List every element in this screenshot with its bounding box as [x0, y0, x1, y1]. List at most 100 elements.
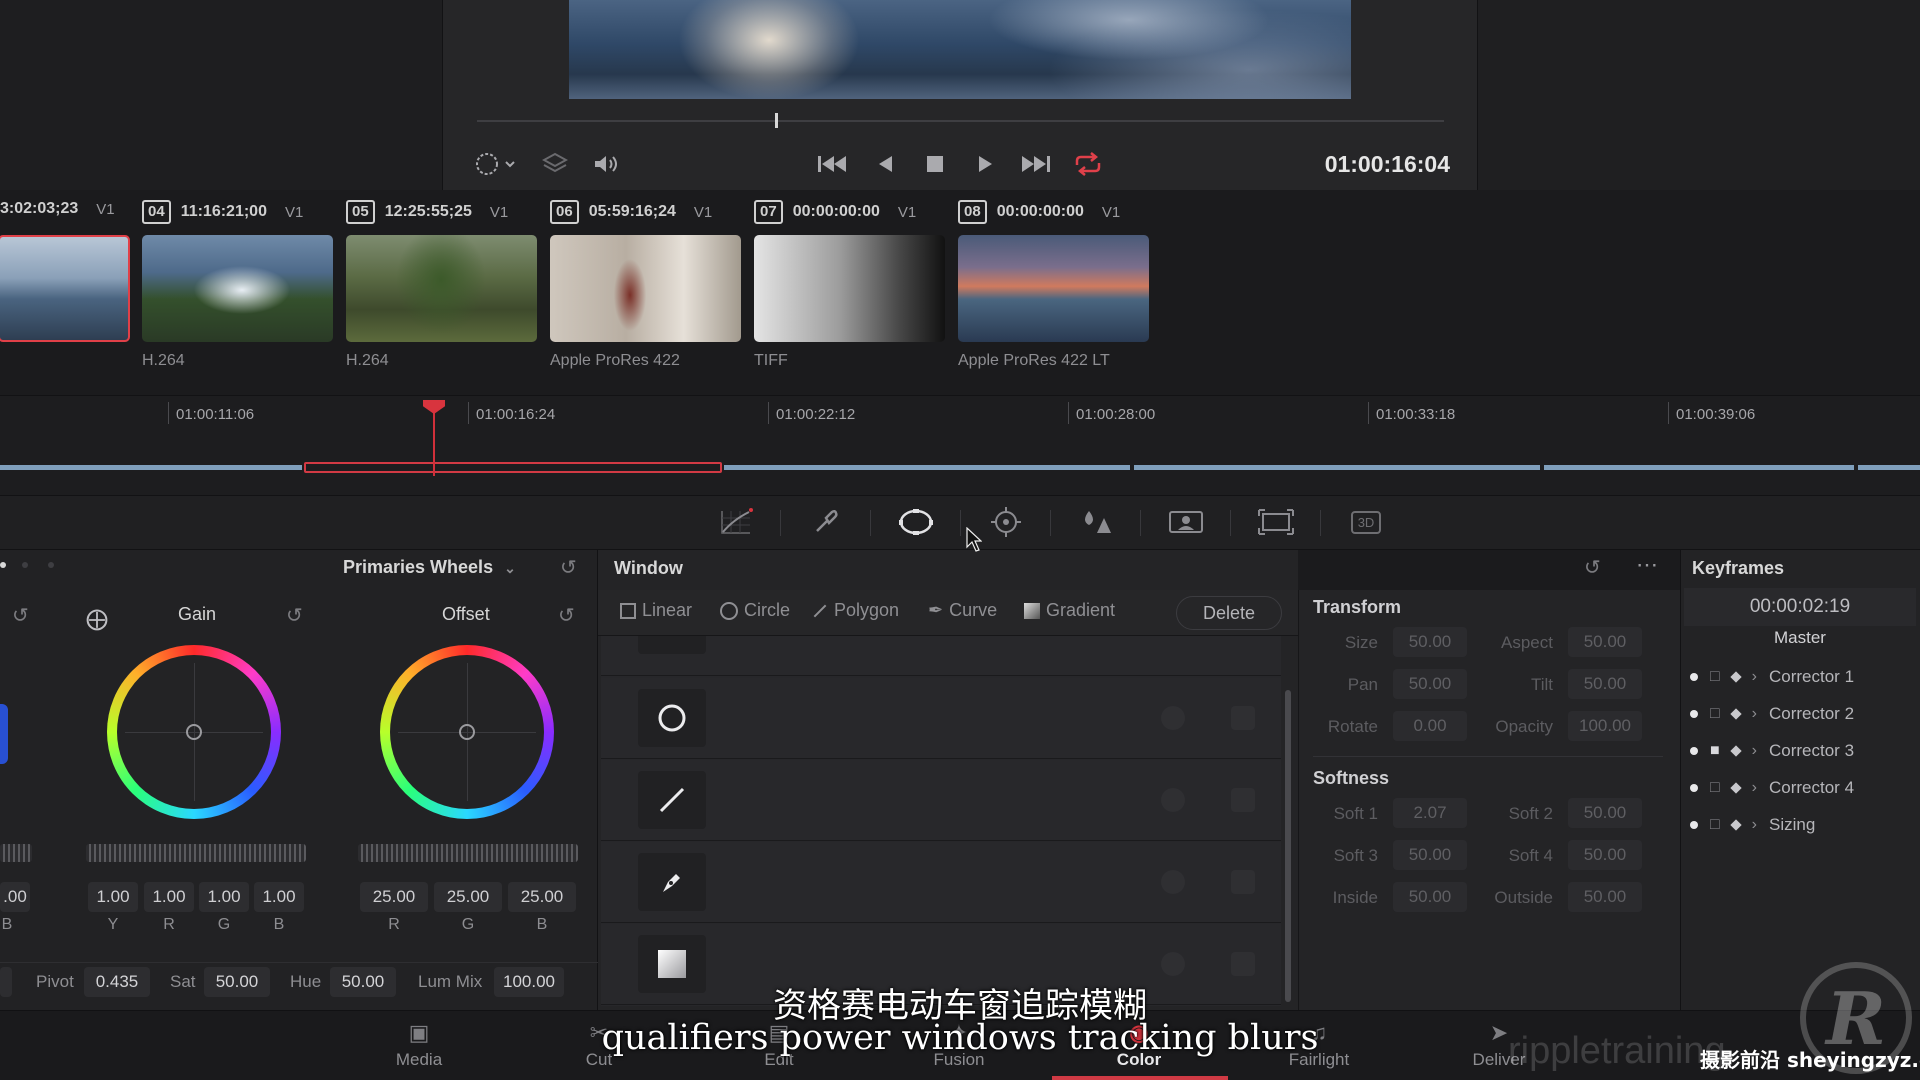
play-icon[interactable] — [972, 149, 998, 179]
timeline-clip-segment[interactable] — [1858, 465, 1920, 470]
sat-field[interactable]: 50.00 — [204, 967, 270, 997]
nav-media[interactable]: ▣ Media — [364, 1010, 474, 1080]
invert-toggle[interactable] — [1161, 788, 1185, 812]
offset-master-jog[interactable] — [358, 844, 578, 862]
reset-icon[interactable]: ↺ — [1584, 555, 1601, 580]
aspect-field[interactable]: 50.00 — [1568, 627, 1642, 657]
offset-b-field[interactable]: 25.00 — [508, 882, 576, 912]
panel-page-dot[interactable] — [0, 562, 6, 568]
enable-dot[interactable] — [1690, 710, 1698, 718]
soft4-field[interactable]: 50.00 — [1568, 840, 1642, 870]
timeline-clip-segment[interactable] — [1134, 465, 1540, 470]
mask-toggle[interactable] — [1231, 788, 1255, 812]
key-icon[interactable] — [1164, 505, 1208, 539]
keyframe-diamond-icon[interactable] — [1730, 819, 1742, 831]
keyframe-diamond-icon[interactable] — [1730, 745, 1742, 757]
soft1-field[interactable]: 2.07 — [1393, 798, 1467, 828]
stop-icon[interactable] — [922, 149, 948, 179]
reset-icon[interactable]: ↺ — [560, 555, 577, 580]
keyframe-diamond-icon[interactable] — [1730, 671, 1742, 683]
timeline-selected-clip[interactable] — [304, 462, 722, 473]
gain-color-wheel[interactable] — [107, 645, 281, 819]
playhead-line[interactable] — [433, 410, 435, 476]
gain-master-jog[interactable] — [86, 844, 306, 862]
panel-page-dot[interactable] — [22, 562, 28, 568]
window-row-linear[interactable] — [601, 760, 1281, 841]
chevron-right-icon[interactable]: › — [1752, 779, 1757, 797]
lummix-field[interactable]: 100.00 — [494, 967, 564, 997]
skip-back-icon[interactable] — [814, 149, 850, 179]
keyframe-diamond-icon[interactable] — [1730, 708, 1742, 720]
mask-toggle[interactable] — [1231, 706, 1255, 730]
keyframe-diamond-icon[interactable] — [1730, 782, 1742, 794]
lock-icon[interactable]: □ — [1710, 668, 1720, 686]
step-back-icon[interactable] — [872, 149, 898, 179]
offset-color-wheel[interactable] — [380, 645, 554, 819]
clip-thumbnail[interactable] — [346, 235, 537, 342]
enable-dot[interactable] — [1690, 784, 1698, 792]
clip-thumbnail[interactable] — [142, 235, 333, 342]
lock-icon[interactable]: □ — [1710, 705, 1720, 723]
tilt-field[interactable]: 50.00 — [1568, 669, 1642, 699]
keyframe-track-row[interactable]: ■ › Corrector 3 — [1690, 736, 1854, 766]
gain-g-field[interactable]: 1.00 — [199, 882, 249, 912]
enable-dot[interactable] — [1690, 673, 1698, 681]
polygon-window-button[interactable]: Polygon — [812, 600, 899, 621]
partial-field[interactable] — [0, 967, 12, 997]
reset-icon[interactable]: ↺ — [286, 603, 303, 628]
delete-window-button[interactable]: Delete — [1176, 596, 1282, 630]
reset-icon[interactable]: ↺ — [12, 603, 29, 628]
opacity-field[interactable]: 100.00 — [1568, 711, 1642, 741]
mask-toggle[interactable] — [1231, 870, 1255, 894]
window-row-circle[interactable] — [601, 678, 1281, 759]
timeline-clip-segment[interactable] — [1544, 465, 1854, 470]
layers-icon[interactable] — [540, 149, 570, 179]
chevron-right-icon[interactable]: › — [1752, 705, 1757, 723]
outside-field[interactable]: 50.00 — [1568, 882, 1642, 912]
rotate-field[interactable]: 0.00 — [1393, 711, 1467, 741]
lock-icon[interactable]: □ — [1710, 816, 1720, 834]
clip-thumbnail[interactable] — [550, 235, 741, 342]
chevron-right-icon[interactable]: › — [1752, 742, 1757, 760]
soft2-field[interactable]: 50.00 — [1568, 798, 1642, 828]
invert-toggle[interactable] — [1161, 870, 1185, 894]
enable-dot[interactable] — [1690, 821, 1698, 829]
clip-thumbnail[interactable] — [754, 235, 945, 342]
chevron-right-icon[interactable]: › — [1752, 668, 1757, 686]
clip-thumbnail[interactable] — [0, 235, 130, 342]
primaries-mode-dropdown[interactable]: Primaries Wheels ⌄ — [343, 557, 516, 578]
3d-icon[interactable]: 3D — [1344, 505, 1388, 539]
inside-field[interactable]: 50.00 — [1393, 882, 1467, 912]
blur-icon[interactable] — [1074, 505, 1118, 539]
offset-g-field[interactable]: 25.00 — [434, 882, 502, 912]
master-jog-wheel[interactable] — [0, 844, 32, 862]
target-icon[interactable] — [470, 149, 522, 179]
gain-r-field[interactable]: 1.00 — [144, 882, 194, 912]
gradient-window-button[interactable]: Gradient — [1024, 600, 1115, 621]
power-window-icon[interactable] — [894, 505, 938, 539]
clip-thumbnail[interactable] — [958, 235, 1149, 342]
offset-r-field[interactable]: 25.00 — [360, 882, 428, 912]
invert-toggle[interactable] — [1161, 706, 1185, 730]
scrubber-handle[interactable] — [775, 113, 778, 128]
curves-icon[interactable] — [714, 505, 758, 539]
lock-icon[interactable]: ■ — [1710, 742, 1720, 760]
keyframe-track-row[interactable]: □ › Corrector 1 — [1690, 662, 1854, 692]
enable-dot[interactable] — [1690, 747, 1698, 755]
tracker-icon[interactable] — [984, 505, 1028, 539]
viewer-video-frame[interactable] — [569, 0, 1351, 99]
value-field[interactable]: .00 — [0, 882, 30, 912]
invert-toggle[interactable] — [1161, 952, 1185, 976]
qualifier-eyedropper-icon[interactable] — [804, 505, 848, 539]
more-options-icon[interactable]: ⋯ — [1636, 552, 1659, 578]
size-field[interactable]: 50.00 — [1393, 627, 1467, 657]
window-row-curve[interactable] — [601, 842, 1281, 923]
lock-icon[interactable]: □ — [1710, 779, 1720, 797]
keyframe-track-row[interactable]: □ › Sizing — [1690, 810, 1815, 840]
mask-toggle[interactable] — [1231, 952, 1255, 976]
window-row-linear-partial[interactable] — [601, 636, 1281, 676]
soft3-field[interactable]: 50.00 — [1393, 840, 1467, 870]
keyframe-track-row[interactable]: □ › Corrector 4 — [1690, 773, 1854, 803]
timeline-clip-segment[interactable] — [0, 465, 302, 470]
curve-window-button[interactable]: ✒ Curve — [928, 600, 997, 621]
